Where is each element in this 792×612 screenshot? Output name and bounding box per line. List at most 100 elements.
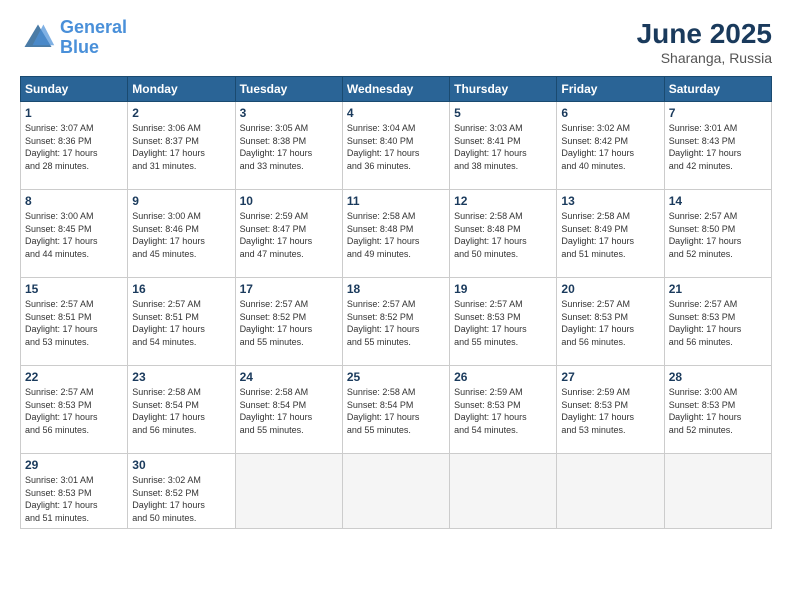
page: General Blue June 2025 Sharanga, Russia … bbox=[0, 0, 792, 612]
table-row bbox=[664, 454, 771, 529]
day-details: Sunrise: 2:57 AM Sunset: 8:52 PM Dayligh… bbox=[240, 298, 338, 348]
logo-line1: General bbox=[60, 17, 127, 37]
day-details: Sunrise: 3:01 AM Sunset: 8:43 PM Dayligh… bbox=[669, 122, 767, 172]
day-details: Sunrise: 2:59 AM Sunset: 8:47 PM Dayligh… bbox=[240, 210, 338, 260]
table-row: 17 Sunrise: 2:57 AM Sunset: 8:52 PM Dayli… bbox=[235, 278, 342, 366]
table-row: 25 Sunrise: 2:58 AM Sunset: 8:54 PM Dayli… bbox=[342, 366, 449, 454]
logo-line2: Blue bbox=[60, 37, 99, 57]
table-row bbox=[342, 454, 449, 529]
day-number: 12 bbox=[454, 194, 552, 208]
day-number: 9 bbox=[132, 194, 230, 208]
table-row: 13 Sunrise: 2:58 AM Sunset: 8:49 PM Dayli… bbox=[557, 190, 664, 278]
table-row: 14 Sunrise: 2:57 AM Sunset: 8:50 PM Dayli… bbox=[664, 190, 771, 278]
table-row: 2Sunrise: 3:06 AM Sunset: 8:37 PM Daylig… bbox=[128, 102, 235, 190]
table-row: 5 Sunrise: 3:03 AM Sunset: 8:41 PM Daylig… bbox=[450, 102, 557, 190]
table-row: 8Sunrise: 3:00 AM Sunset: 8:45 PM Daylig… bbox=[21, 190, 128, 278]
table-row: 29 Sunrise: 3:01 AM Sunset: 8:53 PM Dayli… bbox=[21, 454, 128, 529]
day-details: Sunrise: 3:04 AM Sunset: 8:40 PM Dayligh… bbox=[347, 122, 445, 172]
logo-icon bbox=[20, 20, 56, 56]
day-number: 23 bbox=[132, 370, 230, 384]
day-number: 4 bbox=[347, 106, 445, 120]
table-row: 18 Sunrise: 2:57 AM Sunset: 8:52 PM Dayli… bbox=[342, 278, 449, 366]
day-details: Sunrise: 3:03 AM Sunset: 8:41 PM Dayligh… bbox=[454, 122, 552, 172]
day-number: 6 bbox=[561, 106, 659, 120]
day-number: 17 bbox=[240, 282, 338, 296]
day-details: Sunrise: 3:00 AM Sunset: 8:46 PM Dayligh… bbox=[132, 210, 230, 260]
col-thursday: Thursday bbox=[450, 77, 557, 102]
day-details: Sunrise: 3:07 AM Sunset: 8:36 PM Dayligh… bbox=[25, 122, 123, 172]
day-number: 3 bbox=[240, 106, 338, 120]
day-number: 13 bbox=[561, 194, 659, 208]
calendar: Sunday Monday Tuesday Wednesday Thursday… bbox=[20, 76, 772, 529]
day-details: Sunrise: 3:01 AM Sunset: 8:53 PM Dayligh… bbox=[25, 474, 123, 524]
header-row: Sunday Monday Tuesday Wednesday Thursday… bbox=[21, 77, 772, 102]
table-row: 27 Sunrise: 2:59 AM Sunset: 8:53 PM Dayli… bbox=[557, 366, 664, 454]
table-row bbox=[557, 454, 664, 529]
day-details: Sunrise: 2:58 AM Sunset: 8:54 PM Dayligh… bbox=[240, 386, 338, 436]
day-number: 7 bbox=[669, 106, 767, 120]
table-row: 20 Sunrise: 2:57 AM Sunset: 8:53 PM Dayli… bbox=[557, 278, 664, 366]
col-monday: Monday bbox=[128, 77, 235, 102]
table-row: 11 Sunrise: 2:58 AM Sunset: 8:48 PM Dayli… bbox=[342, 190, 449, 278]
table-row: 21Sunrise: 2:57 AM Sunset: 8:53 PM Dayli… bbox=[664, 278, 771, 366]
table-row: 9 Sunrise: 3:00 AM Sunset: 8:46 PM Daylig… bbox=[128, 190, 235, 278]
day-details: Sunrise: 2:57 AM Sunset: 8:51 PM Dayligh… bbox=[132, 298, 230, 348]
day-details: Sunrise: 2:57 AM Sunset: 8:51 PM Dayligh… bbox=[25, 298, 123, 348]
day-details: Sunrise: 2:59 AM Sunset: 8:53 PM Dayligh… bbox=[454, 386, 552, 436]
col-friday: Friday bbox=[557, 77, 664, 102]
day-details: Sunrise: 2:58 AM Sunset: 8:54 PM Dayligh… bbox=[347, 386, 445, 436]
table-row: 7 Sunrise: 3:01 AM Sunset: 8:43 PM Daylig… bbox=[664, 102, 771, 190]
day-number: 25 bbox=[347, 370, 445, 384]
day-number: 5 bbox=[454, 106, 552, 120]
table-row: 30 Sunrise: 3:02 AM Sunset: 8:52 PM Dayli… bbox=[128, 454, 235, 529]
table-row: 10 Sunrise: 2:59 AM Sunset: 8:47 PM Dayli… bbox=[235, 190, 342, 278]
table-row: 23 Sunrise: 2:58 AM Sunset: 8:54 PM Dayli… bbox=[128, 366, 235, 454]
col-wednesday: Wednesday bbox=[342, 77, 449, 102]
day-details: Sunrise: 2:58 AM Sunset: 8:54 PM Dayligh… bbox=[132, 386, 230, 436]
day-details: Sunrise: 2:57 AM Sunset: 8:53 PM Dayligh… bbox=[561, 298, 659, 348]
location: Sharanga, Russia bbox=[637, 50, 772, 66]
day-number: 14 bbox=[669, 194, 767, 208]
day-details: Sunrise: 3:00 AM Sunset: 8:45 PM Dayligh… bbox=[25, 210, 123, 260]
day-details: Sunrise: 2:58 AM Sunset: 8:48 PM Dayligh… bbox=[454, 210, 552, 260]
table-row: 26 Sunrise: 2:59 AM Sunset: 8:53 PM Dayli… bbox=[450, 366, 557, 454]
table-row: 16 Sunrise: 2:57 AM Sunset: 8:51 PM Dayli… bbox=[128, 278, 235, 366]
day-number: 27 bbox=[561, 370, 659, 384]
day-number: 1 bbox=[25, 106, 123, 120]
day-number: 21 bbox=[669, 282, 767, 296]
day-details: Sunrise: 2:57 AM Sunset: 8:53 PM Dayligh… bbox=[454, 298, 552, 348]
day-details: Sunrise: 3:00 AM Sunset: 8:53 PM Dayligh… bbox=[669, 386, 767, 436]
col-sunday: Sunday bbox=[21, 77, 128, 102]
day-number: 16 bbox=[132, 282, 230, 296]
logo-text: General Blue bbox=[60, 18, 127, 58]
day-number: 10 bbox=[240, 194, 338, 208]
day-number: 30 bbox=[132, 458, 230, 472]
day-number: 20 bbox=[561, 282, 659, 296]
day-details: Sunrise: 2:57 AM Sunset: 8:52 PM Dayligh… bbox=[347, 298, 445, 348]
day-details: Sunrise: 2:57 AM Sunset: 8:50 PM Dayligh… bbox=[669, 210, 767, 260]
day-number: 11 bbox=[347, 194, 445, 208]
day-details: Sunrise: 2:58 AM Sunset: 8:48 PM Dayligh… bbox=[347, 210, 445, 260]
month-title: June 2025 bbox=[637, 18, 772, 50]
table-row: 19 Sunrise: 2:57 AM Sunset: 8:53 PM Dayli… bbox=[450, 278, 557, 366]
day-details: Sunrise: 3:06 AM Sunset: 8:37 PM Dayligh… bbox=[132, 122, 230, 172]
day-details: Sunrise: 3:05 AM Sunset: 8:38 PM Dayligh… bbox=[240, 122, 338, 172]
table-row: 3 Sunrise: 3:05 AM Sunset: 8:38 PM Daylig… bbox=[235, 102, 342, 190]
day-details: Sunrise: 3:02 AM Sunset: 8:42 PM Dayligh… bbox=[561, 122, 659, 172]
table-row: 1 Sunrise: 3:07 AM Sunset: 8:36 PM Daylig… bbox=[21, 102, 128, 190]
day-number: 28 bbox=[669, 370, 767, 384]
day-number: 26 bbox=[454, 370, 552, 384]
day-number: 24 bbox=[240, 370, 338, 384]
table-row: 4 Sunrise: 3:04 AM Sunset: 8:40 PM Daylig… bbox=[342, 102, 449, 190]
day-number: 29 bbox=[25, 458, 123, 472]
table-row: 6 Sunrise: 3:02 AM Sunset: 8:42 PM Daylig… bbox=[557, 102, 664, 190]
day-details: Sunrise: 2:57 AM Sunset: 8:53 PM Dayligh… bbox=[25, 386, 123, 436]
title-block: June 2025 Sharanga, Russia bbox=[637, 18, 772, 66]
day-number: 19 bbox=[454, 282, 552, 296]
day-number: 18 bbox=[347, 282, 445, 296]
day-number: 22 bbox=[25, 370, 123, 384]
day-details: Sunrise: 2:59 AM Sunset: 8:53 PM Dayligh… bbox=[561, 386, 659, 436]
day-details: Sunrise: 2:58 AM Sunset: 8:49 PM Dayligh… bbox=[561, 210, 659, 260]
header: General Blue June 2025 Sharanga, Russia bbox=[20, 18, 772, 66]
day-details: Sunrise: 3:02 AM Sunset: 8:52 PM Dayligh… bbox=[132, 474, 230, 524]
